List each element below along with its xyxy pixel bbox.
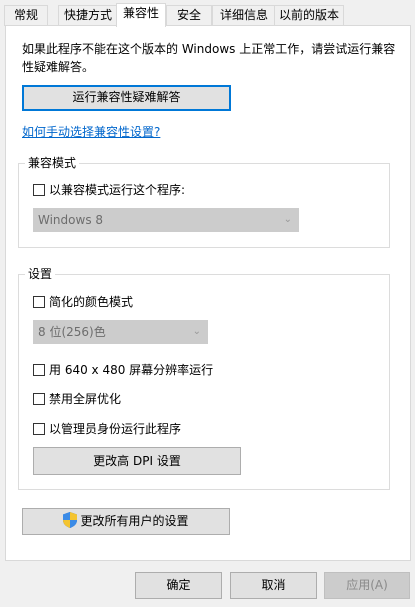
chevron-down-icon: ⌄ [192, 326, 201, 337]
tab-details[interactable]: 详细信息 [212, 5, 276, 26]
checkbox-box [33, 392, 45, 405]
reduced-color-label: 简化的颜色模式 [49, 295, 134, 309]
tab-shortcut[interactable]: 快捷方式 [58, 5, 118, 26]
checkbox-box [33, 183, 45, 196]
settings-group: 设置 简化的颜色模式 8 位(256)色 ⌄ 用 640 x 480 屏幕分辨率… [18, 267, 390, 490]
compat-mode-checkbox[interactable]: 以兼容模式运行这个程序: [33, 181, 185, 198]
cancel-button[interactable]: 取消 [230, 572, 317, 599]
change-all-users-button[interactable]: 更改所有用户的设置 [22, 508, 230, 535]
apply-button[interactable]: 应用(A) [324, 572, 410, 599]
compat-mode-title: 兼容模式 [25, 156, 80, 170]
reduced-color-checkbox[interactable]: 简化的颜色模式 [33, 293, 133, 310]
change-all-users-label: 更改所有用户的设置 [80, 514, 189, 528]
disable-fullscreen-label: 禁用全屏优化 [49, 392, 122, 406]
checkbox-box [33, 363, 45, 376]
color-depth-value: 8 位(256)色 [38, 325, 106, 339]
run-troubleshooter-button[interactable]: 运行兼容性疑难解答 [22, 85, 231, 111]
compat-mode-label: 以兼容模式运行这个程序: [49, 183, 186, 197]
change-dpi-button[interactable]: 更改高 DPI 设置 [33, 447, 241, 475]
manual-settings-link[interactable]: 如何手动选择兼容性设置? [22, 123, 160, 140]
checkbox-box [33, 422, 45, 435]
tab-strip: 常规 快捷方式 兼容性 安全 详细信息 以前的版本 [4, 3, 414, 27]
ok-button[interactable]: 确定 [135, 572, 222, 599]
compatibility-panel: 如果此程序不能在这个版本的 Windows 上正常工作，请尝试运行兼容性疑难解答… [5, 25, 411, 561]
uac-shield-icon [63, 512, 78, 528]
chevron-down-icon: ⌄ [283, 214, 292, 225]
os-version-select[interactable]: Windows 8 ⌄ [33, 208, 299, 232]
res-640-checkbox[interactable]: 用 640 x 480 屏幕分辨率运行 [33, 361, 213, 378]
os-version-value: Windows 8 [38, 213, 104, 227]
tab-compatibility[interactable]: 兼容性 [116, 3, 166, 27]
color-depth-select[interactable]: 8 位(256)色 ⌄ [33, 320, 208, 344]
disable-fullscreen-checkbox[interactable]: 禁用全屏优化 [33, 390, 121, 407]
tab-previous-versions[interactable]: 以前的版本 [274, 5, 344, 26]
run-as-admin-checkbox[interactable]: 以管理员身份运行此程序 [33, 420, 181, 437]
res-640-label: 用 640 x 480 屏幕分辨率运行 [49, 363, 214, 377]
description-text: 如果此程序不能在这个版本的 Windows 上正常工作，请尝试运行兼容性疑难解答… [22, 42, 396, 74]
checkbox-box [33, 295, 45, 308]
compat-mode-group: 兼容模式 以兼容模式运行这个程序: Windows 8 ⌄ [18, 156, 390, 248]
run-as-admin-label: 以管理员身份运行此程序 [49, 422, 182, 436]
tab-general[interactable]: 常规 [4, 5, 48, 26]
settings-title: 设置 [25, 267, 56, 281]
tab-security[interactable]: 安全 [166, 5, 212, 26]
